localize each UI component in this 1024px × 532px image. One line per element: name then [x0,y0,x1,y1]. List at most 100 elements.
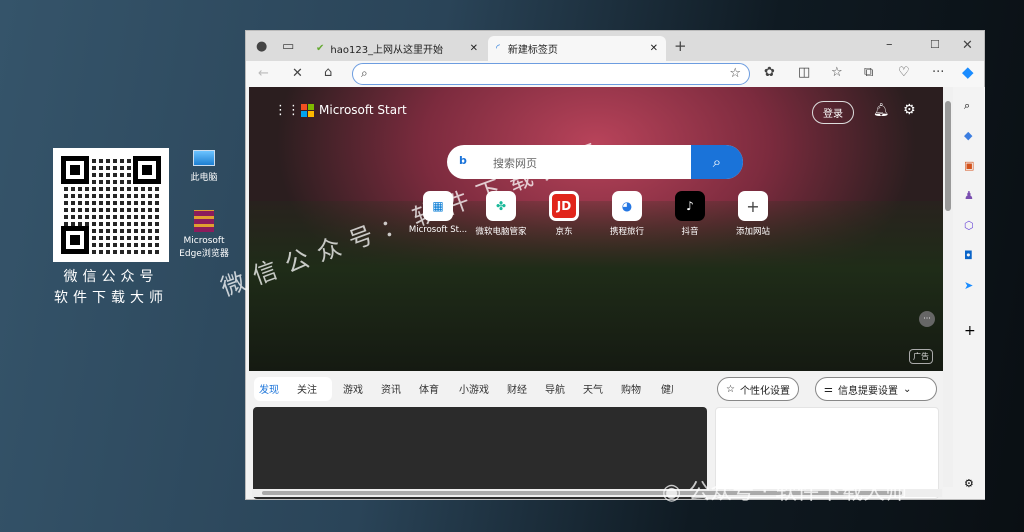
personalize-button[interactable]: ☆ 个性化设置 [717,377,799,401]
ctrip-icon: ◕ [612,191,642,221]
tab-strip: ● ▭ ✔ hao123_上网从这里开始 ✕ ◜ 新建标签页 ✕ + – ☐ ✕ [246,31,984,61]
collections-icon[interactable]: ⧉ [864,66,873,79]
search-button[interactable]: ⌕ [691,145,743,179]
quick-link[interactable]: 抖音 [335,315,372,329]
feed-tab[interactable]: 小游戏 [459,381,489,396]
quick-link[interactable]: 天猫 [335,342,372,356]
games-icon[interactable]: ♟ [964,189,974,202]
tile-douyin[interactable]: ♪ 抖音 [657,191,723,237]
quick-link-label: BOSS直聘 [441,345,486,356]
home-icon[interactable]: ⌂ [324,66,332,79]
shopping-tag-icon[interactable]: ◆ [964,129,972,142]
site-icon [423,342,437,356]
new-tab-icon[interactable]: + [674,39,687,54]
notifications-icon[interactable]: 🔔︎ [873,103,890,118]
quick-link[interactable]: 多啦搜索 [261,315,317,329]
feed-tab[interactable]: 导航 [545,381,565,396]
quick-link[interactable]: 爱奇艺 [505,315,552,329]
quick-link[interactable]: BOSS直聘 [423,342,486,356]
sidebar-settings-icon[interactable]: ⚙ [964,477,974,490]
quick-link-label: 抖音 [353,318,373,329]
bing-logo-icon: b [459,154,467,167]
close-tab-icon[interactable]: ✕ [470,43,478,54]
microsoft365-icon[interactable]: ⬡ [964,219,974,232]
add-sidebar-icon[interactable]: + [964,323,976,339]
site-icon [669,315,683,329]
minimize-icon[interactable]: – [886,38,893,51]
close-window-icon[interactable]: ✕ [962,39,973,52]
apps-grid-icon[interactable]: ⋮⋮ [274,103,300,118]
stop-icon[interactable]: ✕ [292,67,303,80]
maximize-icon[interactable]: ☐ [930,39,940,50]
quick-link[interactable]: 爱淘宝 [587,342,634,356]
feed-settings-button[interactable]: ⚌ 信息提要设置 ⌄ [815,377,937,401]
tab-actions-icon[interactable]: ▭ [282,40,294,53]
feed-tab[interactable]: 关注 [297,381,317,396]
quick-link-label: 梦玩游... [687,318,725,329]
feed-tab[interactable]: 购物 [621,381,641,396]
favorites-icon[interactable]: ☆ [831,66,843,79]
quick-link[interactable]: 精品游戏 [833,315,889,329]
plus-icon: + [738,191,768,221]
more-icon[interactable]: ··· [932,66,944,79]
search-icon[interactable]: ⌕ [964,99,970,113]
quick-link[interactable]: 9377游戏 [505,342,566,356]
tools-icon[interactable]: ▣ [964,159,974,172]
search-icon: ⌕ [712,153,722,171]
check-favicon-icon: ✔ [316,43,325,54]
quick-link[interactable]: 唯品会 [669,342,716,356]
desktop-icon-edge[interactable]: Microsoft Edge浏览器 [174,210,234,259]
send-icon[interactable]: ➤ [964,279,973,292]
feed-tab[interactable]: 天气 [583,381,603,396]
quick-link[interactable]: 芒果TV-... [751,342,812,356]
outlook-icon[interactable]: ◘ [964,249,973,262]
more-links-icon[interactable]: ··· [919,311,935,327]
ad-badge: 广告 [909,349,933,364]
site-icon [335,315,349,329]
desktop-icon-label: 此电脑 [190,173,218,183]
address-bar[interactable]: ⌕ ☆ [352,63,750,85]
site-icon [751,342,765,356]
tile-pc-manager[interactable]: ✤ 微软电脑管家 [468,191,534,237]
tile-ctrip[interactable]: ◕ 携程旅行 [594,191,660,237]
site-icon: JD [423,315,437,329]
quick-link[interactable]: 4366游戏 [751,315,812,329]
tab-hao123[interactable]: ✔ hao123_上网从这里开始 ✕ [308,36,486,61]
feed-card-main[interactable] [253,407,707,499]
edge-sidebar: ⌕ ◆ ▣ ♟ ⬡ ◘ ➤ + ⚙ [955,87,985,499]
split-screen-icon[interactable]: ◫ [798,66,810,79]
quick-link[interactable]: 阿里1688 [587,315,648,329]
tile-add-site[interactable]: + 添加网站 [720,191,786,237]
extensions-icon[interactable]: ✿ [764,66,775,79]
feed-tab[interactable]: 财经 [507,381,527,396]
quick-link[interactable]: JD 京东-开... [423,315,482,329]
search-box[interactable]: b 搜索网页 ⌕ [447,145,743,179]
quick-link[interactable]: 梦玩游... [669,315,725,329]
tile-microsoft-store[interactable]: ▦ Microsoft St... [405,191,471,235]
tile-label: Microsoft St... [408,225,468,235]
favorite-star-icon[interactable]: ☆ [729,67,741,80]
back-icon[interactable]: ← [258,67,269,80]
quick-link-label: 9377游戏 [523,345,567,356]
feed-tab[interactable]: 发现 [259,381,279,396]
browser-essentials-icon[interactable]: ♡ [898,66,910,79]
copilot-icon[interactable]: ◆ [962,65,974,80]
quick-link[interactable]: ☰ 更多 [833,342,870,356]
desktop-icon-this-pc[interactable]: 此电脑 [174,150,234,183]
quick-link-label: 携程旅行 [279,345,318,356]
tab-title: hao123_上网从这里开始 [330,45,444,56]
menu-icon: ☰ [835,342,845,355]
tile-jd[interactable]: JD 京东 [531,191,597,237]
vertical-scrollbar[interactable] [943,87,953,487]
quick-link[interactable]: 携程旅行 [261,342,317,356]
feed-tab[interactable]: 健康 [661,381,673,396]
tab-new-tab[interactable]: ◜ 新建标签页 ✕ [488,36,666,61]
feed-tab[interactable]: 游戏 [343,381,363,396]
feed-tab[interactable]: 资讯 [381,381,401,396]
profile-icon[interactable]: ● [256,40,267,53]
login-button[interactable]: 登录 [812,101,854,124]
site-icon [587,342,601,356]
settings-gear-icon[interactable]: ⚙ [903,102,916,118]
feed-tab[interactable]: 体育 [419,381,439,396]
close-tab-icon[interactable]: ✕ [650,43,658,54]
